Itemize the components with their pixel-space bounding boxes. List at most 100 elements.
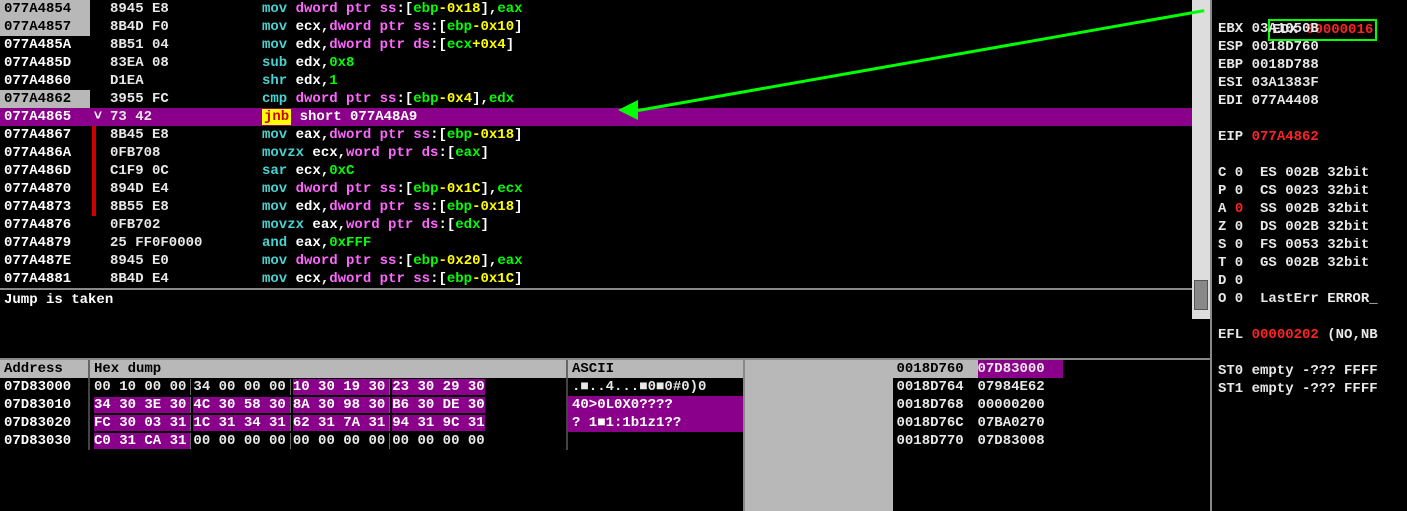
disasm-row[interactable]: 077A4860D1EAshr edx,1 xyxy=(0,72,1210,90)
hex-address: 07D83030 xyxy=(0,432,90,450)
disasm-row[interactable]: 077A4870894D E4mov dword ptr ss:[ebp-0x1… xyxy=(0,180,1210,198)
disasm-address: 077A4876 xyxy=(0,216,90,234)
reg-st1[interactable]: ST1 empty -??? FFFF xyxy=(1216,380,1403,398)
hex-group: 23 30 29 30 xyxy=(392,379,484,395)
hex-group: B6 30 DE 30 xyxy=(392,397,484,413)
reg-st0[interactable]: ST0 empty -??? FFFF xyxy=(1216,362,1403,380)
disasm-instruction: movzx eax,word ptr ds:[edx] xyxy=(256,216,1210,234)
disasm-gutter: ˅ xyxy=(90,108,106,126)
disasm-gutter xyxy=(90,144,106,162)
disasm-bytes: 8945 E0 xyxy=(106,252,256,270)
stack-row[interactable]: 0018D76007D83000 xyxy=(893,360,1063,378)
disasm-row[interactable]: 077A48760FB702movzx eax,word ptr ds:[edx… xyxy=(0,216,1210,234)
disasm-bytes: 3955 FC xyxy=(106,90,256,108)
reg-flag-row[interactable]: D 0 xyxy=(1216,272,1403,290)
disasm-instruction: jnb short 077A48A9 xyxy=(256,108,1210,126)
reg-flag-row[interactable]: Z 0 DS 002B 32bit xyxy=(1216,218,1403,236)
disasm-row[interactable]: 077A487925 FF0F0000and eax,0xFFF xyxy=(0,234,1210,252)
disasm-address: 077A4857 xyxy=(0,18,90,36)
disasm-bytes: 83EA 08 xyxy=(106,54,256,72)
disasm-bytes: C1F9 0C xyxy=(106,162,256,180)
stack-row[interactable]: 0018D76407984E62 xyxy=(893,378,1063,396)
reg-blank3 xyxy=(1216,308,1403,326)
hex-header-ascii[interactable]: ASCII xyxy=(568,360,743,378)
disasm-row[interactable]: 077A48678B45 E8mov eax,dword ptr ss:[ebp… xyxy=(0,126,1210,144)
status-text: Jump is taken xyxy=(4,292,113,308)
disasm-address: 077A485A xyxy=(0,36,90,54)
disasm-address: 077A486A xyxy=(0,144,90,162)
stack-address: 0018D764 xyxy=(893,378,978,396)
reg-blank4 xyxy=(1216,344,1403,362)
stack-right-empty xyxy=(1063,360,1211,511)
disasm-address: 077A4862 xyxy=(0,90,90,108)
disasm-instruction: sar ecx,0xC xyxy=(256,162,1210,180)
disasm-row[interactable]: 077A48578B4D F0mov ecx,dword ptr ss:[ebp… xyxy=(0,18,1210,36)
reg-esi[interactable]: ESI 03A1383F xyxy=(1216,74,1403,92)
reg-flag-row[interactable]: P 0 CS 0023 32bit xyxy=(1216,182,1403,200)
disasm-gutter xyxy=(90,162,106,180)
disasm-row[interactable]: 077A485A8B51 04mov edx,dword ptr ds:[ecx… xyxy=(0,36,1210,54)
disasm-bytes: 25 FF0F0000 xyxy=(106,234,256,252)
stack-value: 07D83008 xyxy=(978,432,1063,450)
disasm-scrollbar[interactable] xyxy=(1192,0,1210,319)
disasm-bytes: 8B45 E8 xyxy=(106,126,256,144)
disasm-row[interactable]: 077A487E8945 E0mov dword ptr ss:[ebp-0x2… xyxy=(0,252,1210,270)
disasm-gutter xyxy=(90,126,106,144)
reg-flag-row[interactable]: T 0 GS 002B 32bit xyxy=(1216,254,1403,272)
disasm-address: 077A4854 xyxy=(0,0,90,18)
reg-flag-row[interactable]: O 0 LastErr ERROR_ xyxy=(1216,290,1403,308)
disasm-address: 077A487E xyxy=(0,252,90,270)
stack-address: 0018D770 xyxy=(893,432,978,450)
disasm-bytes: 73 42 xyxy=(106,108,256,126)
hex-dump-pane[interactable]: Address Hex dump ASCII 07D8300000 10 00 … xyxy=(0,360,745,511)
stack-row[interactable]: 0018D76C07BA0270 xyxy=(893,414,1063,432)
disasm-row[interactable]: 077A48738B55 E8mov edx,dword ptr ss:[ebp… xyxy=(0,198,1210,216)
disasm-row[interactable]: 077A48623955 FCcmp dword ptr ss:[ebp-0x4… xyxy=(0,90,1210,108)
hex-header-dump[interactable]: Hex dump xyxy=(90,360,568,378)
disasm-instruction: movzx ecx,word ptr ds:[eax] xyxy=(256,144,1210,162)
reg-efl[interactable]: EFL 00000202 (NO,NB xyxy=(1216,326,1403,344)
disassembly-pane[interactable]: 077A48548945 E8mov dword ptr ss:[ebp-0x1… xyxy=(0,0,1210,288)
reg-ebp[interactable]: EBP 0018D788 xyxy=(1216,56,1403,74)
status-line: Jump is taken xyxy=(0,288,1210,358)
hex-group: 10 30 19 30 xyxy=(293,379,390,395)
reg-flag-row[interactable]: C 0 ES 002B 32bit xyxy=(1216,164,1403,182)
stack-row[interactable]: 0018D76800000200 xyxy=(893,396,1063,414)
reg-edi[interactable]: EDI 077A4408 xyxy=(1216,92,1403,110)
hex-group: C0 31 CA 31 xyxy=(94,433,191,449)
disasm-row[interactable]: 077A486DC1F9 0Csar ecx,0xC xyxy=(0,162,1210,180)
reg-flag-row[interactable]: S 0 FS 0053 32bit xyxy=(1216,236,1403,254)
hex-group: 1C 31 34 31 xyxy=(193,415,290,431)
stack-row[interactable]: 0018D77007D83008 xyxy=(893,432,1063,450)
stack-pane[interactable]: 0018D76007D830000018D76407984E620018D768… xyxy=(893,360,1063,511)
registers-pane[interactable]: EDX 00000016 EBX 03A1050B ESP 0018D760 E… xyxy=(1210,0,1407,511)
hex-group: 00 00 00 00 xyxy=(193,433,290,449)
disasm-address: 077A4881 xyxy=(0,270,90,288)
hex-header-address[interactable]: Address xyxy=(0,360,90,378)
disasm-row[interactable]: 077A4865˅73 42jnb short 077A48A9 xyxy=(0,108,1210,126)
disasm-row[interactable]: 077A48818B4D E4mov ecx,dword ptr ss:[ebp… xyxy=(0,270,1210,288)
reg-edx[interactable]: EDX 00000016 xyxy=(1216,2,1403,20)
hex-address: 07D83000 xyxy=(0,378,90,396)
hex-address: 07D83010 xyxy=(0,396,90,414)
disasm-instruction: mov dword ptr ss:[ebp-0x1C],ecx xyxy=(256,180,1210,198)
hex-row[interactable]: 07D8301034 30 3E 304C 30 58 308A 30 98 3… xyxy=(0,396,743,414)
disasm-row[interactable]: 077A486A 0FB708movzx ecx,word ptr ds:[eax… xyxy=(0,144,1210,162)
disasm-gutter xyxy=(90,36,106,54)
scrollbar-thumb[interactable] xyxy=(1194,280,1208,310)
hex-group: 00 00 00 00 xyxy=(392,433,484,449)
disasm-gutter xyxy=(90,180,106,198)
disasm-gutter xyxy=(90,252,106,270)
reg-eip[interactable]: EIP 077A4862 xyxy=(1216,128,1403,146)
disasm-bytes: 0FB708 xyxy=(106,144,256,162)
disasm-row[interactable]: 077A48548945 E8mov dword ptr ss:[ebp-0x1… xyxy=(0,0,1210,18)
hex-row[interactable]: 07D83020FC 30 03 311C 31 34 3162 31 7A 3… xyxy=(0,414,743,432)
hex-group: 00 10 00 00 xyxy=(94,379,191,395)
disasm-gutter xyxy=(90,198,106,216)
hex-row[interactable]: 07D83030C0 31 CA 3100 00 00 0000 00 00 0… xyxy=(0,432,743,450)
stack-address: 0018D76C xyxy=(893,414,978,432)
disasm-row[interactable]: 077A485D83EA 08sub edx,0x8 xyxy=(0,54,1210,72)
hex-row[interactable]: 07D8300000 10 00 0034 00 00 0010 30 19 3… xyxy=(0,378,743,396)
reg-flag-row[interactable]: A 0 SS 002B 32bit xyxy=(1216,200,1403,218)
disasm-address: 077A485D xyxy=(0,54,90,72)
